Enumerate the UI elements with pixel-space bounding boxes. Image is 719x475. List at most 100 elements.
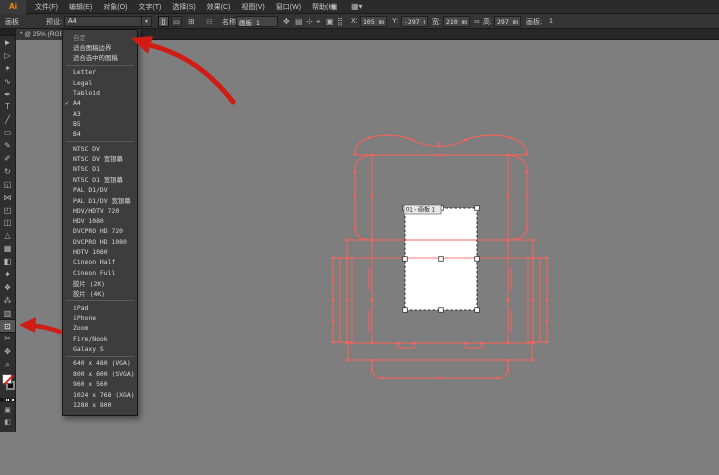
- artboard-options-icon[interactable]: ▤: [295, 14, 303, 29]
- new-artboard-icon[interactable]: ⊞: [188, 14, 195, 29]
- artboard-name-input[interactable]: [236, 16, 278, 27]
- preset-option[interactable]: A3: [63, 108, 137, 118]
- panel-label: 画板: [5, 14, 19, 29]
- paintbrush-tool[interactable]: ✎: [0, 139, 15, 152]
- preset-option[interactable]: 胶片 (2K): [63, 278, 137, 288]
- preset-option[interactable]: Tabloid: [63, 88, 137, 98]
- screen-mode-button[interactable]: ◧: [0, 416, 15, 428]
- height-input[interactable]: [494, 16, 521, 27]
- preset-option[interactable]: iPhone: [63, 313, 137, 323]
- preset-option[interactable]: ✓A4: [63, 98, 137, 108]
- pen-tool[interactable]: ✒: [0, 88, 15, 101]
- y-input[interactable]: [401, 16, 428, 27]
- fill-color-chip[interactable]: [2, 374, 12, 384]
- menu-item[interactable]: 效果(C): [207, 2, 231, 12]
- preset-option[interactable]: B4: [63, 129, 137, 139]
- artboard-tool[interactable]: ⊡: [0, 320, 15, 333]
- preset-option[interactable]: 胶片 (4K): [63, 288, 137, 298]
- menu-item[interactable]: 窗口(W): [276, 2, 301, 12]
- delete-artboard-icon[interactable]: ⊟: [206, 14, 213, 29]
- direct-selection-tool[interactable]: ▷: [0, 49, 15, 62]
- preset-option[interactable]: Galaxy S: [63, 344, 137, 354]
- none-mode-button[interactable]: [11, 398, 15, 403]
- preset-option[interactable]: HDV 1080: [63, 216, 137, 226]
- line-segment-tool[interactable]: ╱: [0, 113, 15, 126]
- preset-option[interactable]: 800 x 600 (SVGA): [63, 369, 137, 379]
- center-mark-icon[interactable]: ⊹: [306, 14, 313, 29]
- preset-option[interactable]: 自定: [63, 32, 137, 42]
- menu-item[interactable]: 选择(S): [172, 2, 195, 12]
- preset-option[interactable]: 640 x 480 (VGA): [63, 358, 137, 368]
- tools-panel-header[interactable]: [0, 29, 15, 36]
- arrange-documents-icon[interactable]: ▣: [330, 2, 338, 11]
- shape-builder-tool[interactable]: ◫: [0, 216, 15, 229]
- preset-option[interactable]: 适合选中的图稿: [63, 53, 137, 63]
- preset-option[interactable]: NTSC D1: [63, 164, 137, 174]
- menu-item[interactable]: 对象(O): [103, 2, 127, 12]
- perspective-grid-tool[interactable]: △: [0, 229, 15, 242]
- width-input[interactable]: [443, 16, 470, 27]
- preset-option[interactable]: Letter: [63, 67, 137, 77]
- preset-option[interactable]: DVCPRO HD 720: [63, 226, 137, 236]
- preset-option[interactable]: NTSC DV: [63, 143, 137, 153]
- width-tool[interactable]: ⋈: [0, 191, 15, 204]
- free-transform-tool[interactable]: ◰: [0, 204, 15, 217]
- symbol-sprayer-tool[interactable]: ⁂: [0, 294, 15, 307]
- app-logo[interactable]: Ai: [0, 0, 26, 14]
- preset-option-label: HDV 1080: [73, 217, 104, 225]
- preset-option[interactable]: 1280 x 800: [63, 400, 137, 410]
- eyedropper-tool[interactable]: ✦: [0, 268, 15, 281]
- preset-option[interactable]: B5: [63, 119, 137, 129]
- preset-option[interactable]: 适合图稿边界: [63, 42, 137, 52]
- blend-tool[interactable]: ❖: [0, 281, 15, 294]
- mesh-tool[interactable]: ▦: [0, 242, 15, 255]
- link-dimensions-icon[interactable]: ∞: [474, 14, 480, 29]
- preset-option[interactable]: PAL D1/DV: [63, 185, 137, 195]
- preset-option[interactable]: 1024 x 768 (XGA): [63, 389, 137, 399]
- gradient-tool[interactable]: ◧: [0, 255, 15, 268]
- video-safe-areas-icon[interactable]: ▣: [326, 14, 334, 29]
- preset-option[interactable]: DVCPRO HD 1080: [63, 237, 137, 247]
- menu-item[interactable]: 视图(V): [241, 2, 264, 12]
- preset-option[interactable]: Cineon Full: [63, 268, 137, 278]
- preset-option[interactable]: NTSC DV 宽银幕: [63, 154, 137, 164]
- x-input[interactable]: [360, 16, 387, 27]
- preset-option[interactable]: Zoom: [63, 323, 137, 333]
- hand-tool[interactable]: ✥: [0, 345, 15, 358]
- rectangle-tool[interactable]: ▭: [0, 126, 15, 139]
- preset-option[interactable]: HDTV 1080: [63, 247, 137, 257]
- menu-item[interactable]: 文字(T): [138, 2, 161, 12]
- cross-hairs-icon[interactable]: ⌖: [316, 14, 321, 29]
- preset-option[interactable]: 960 x 560: [63, 379, 137, 389]
- drawing-mode-button[interactable]: ▣: [0, 404, 15, 416]
- scale-tool[interactable]: ◱: [0, 178, 15, 191]
- column-graph-tool[interactable]: ▥: [0, 307, 15, 320]
- pencil-tool[interactable]: ✐: [0, 152, 15, 165]
- preset-option[interactable]: Fire/Nook: [63, 334, 137, 344]
- reference-point-icon[interactable]: ⣿: [337, 14, 343, 29]
- preset-dropdown[interactable]: A4 ▼: [64, 16, 152, 27]
- preset-option[interactable]: iPad: [63, 303, 137, 313]
- type-tool[interactable]: T: [0, 100, 15, 113]
- menu-item[interactable]: 编辑(E): [69, 2, 92, 12]
- fill-stroke-indicator[interactable]: [0, 372, 15, 396]
- slice-tool[interactable]: ✂: [0, 332, 15, 345]
- preset-option[interactable]: NTSC D1 宽银幕: [63, 174, 137, 184]
- portrait-orientation-button[interactable]: ▯: [158, 16, 169, 27]
- lasso-tool[interactable]: ∿: [0, 75, 15, 88]
- preset-option[interactable]: PAL D1/DV 宽银幕: [63, 195, 137, 205]
- preset-option[interactable]: Cineon Half: [63, 257, 137, 267]
- preset-option-label: 1280 x 800: [73, 401, 111, 409]
- preset-option[interactable]: Legal: [63, 77, 137, 87]
- gradient-mode-button[interactable]: [5, 398, 9, 403]
- rotate-tool[interactable]: ↻: [0, 165, 15, 178]
- magic-wand-tool[interactable]: ✶: [0, 62, 15, 75]
- color-mode-button[interactable]: [0, 398, 4, 403]
- zoom-tool[interactable]: ⌕: [0, 358, 15, 371]
- menu-item[interactable]: 文件(F): [35, 2, 58, 12]
- preset-option[interactable]: HDV/HDTV 720: [63, 206, 137, 216]
- landscape-orientation-button[interactable]: ▭: [171, 16, 182, 27]
- workspace-switcher-icon[interactable]: ▦▾: [351, 2, 363, 11]
- move-artwork-icon[interactable]: ✥: [283, 14, 290, 29]
- selection-tool[interactable]: ►: [0, 36, 15, 49]
